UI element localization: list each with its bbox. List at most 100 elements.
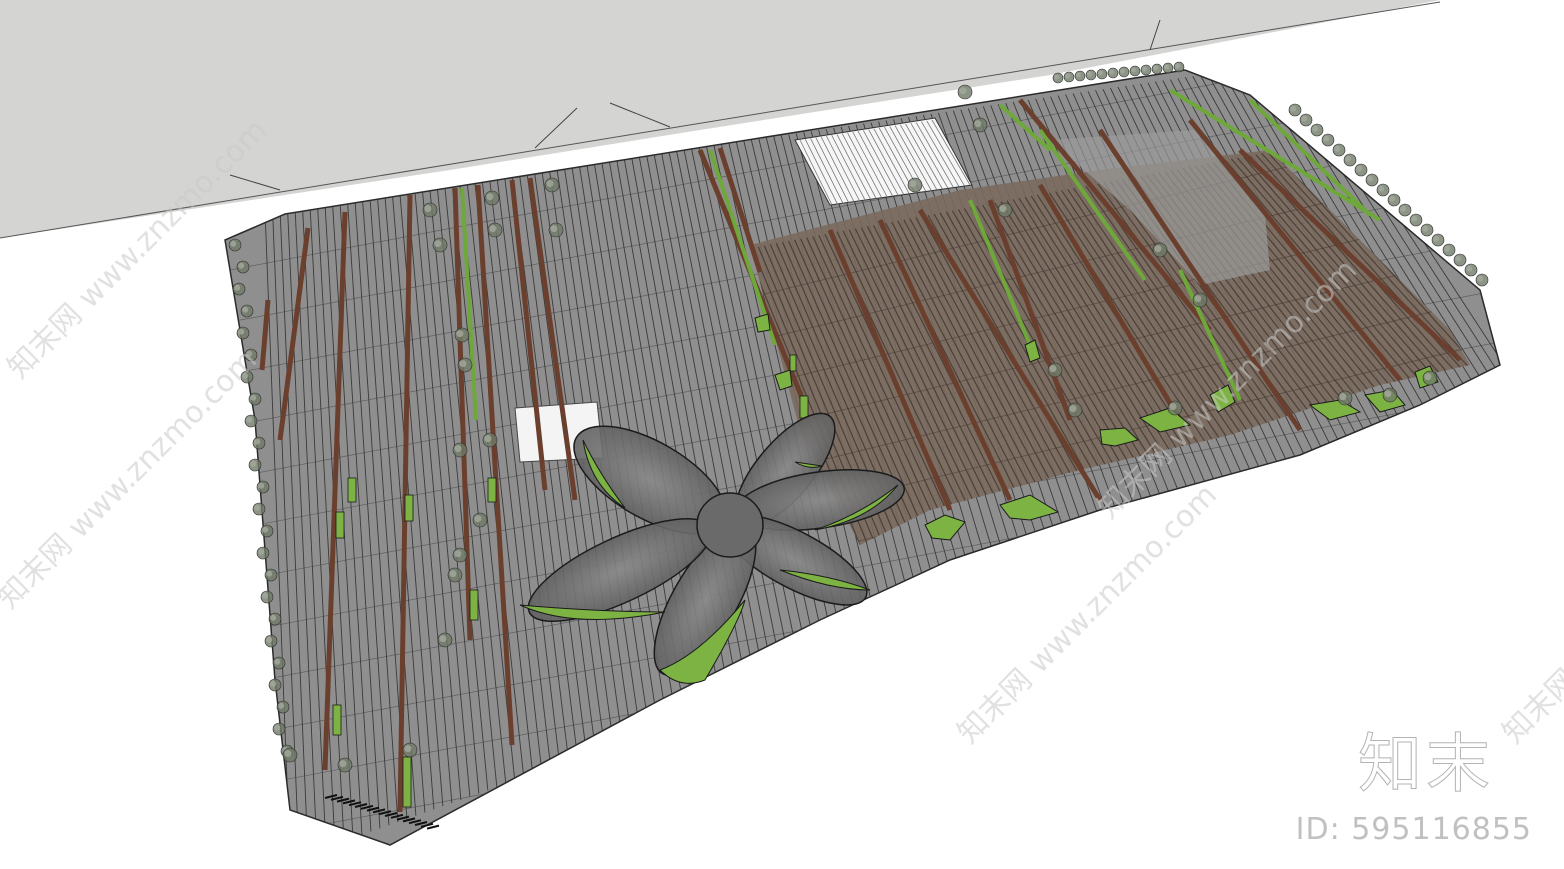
tree-highlight [1069, 405, 1077, 413]
tree-highlight [266, 570, 273, 577]
tree-icon [268, 612, 282, 626]
tree-icon [447, 567, 463, 583]
tree-highlight [1477, 275, 1484, 282]
tree-icon [1337, 390, 1353, 406]
tree-icon [484, 190, 500, 206]
tree-highlight [959, 87, 967, 95]
tree-icon [1288, 103, 1302, 117]
tree-highlight [1154, 245, 1162, 253]
tree-highlight [454, 550, 462, 558]
tree-icon [1321, 133, 1335, 147]
tree-highlight [1356, 165, 1363, 172]
tree-highlight [1131, 67, 1136, 73]
tree-icon [1107, 67, 1119, 79]
tree-highlight [1422, 225, 1429, 232]
tree-highlight [1323, 135, 1330, 142]
tree-icon [1085, 69, 1097, 81]
tree-icon [256, 480, 270, 494]
tree-icon [457, 357, 473, 373]
tree-icon [1343, 153, 1357, 167]
tree-icon [1431, 233, 1445, 247]
planting-bed [469, 589, 479, 621]
tree-icon [276, 700, 290, 714]
tree-highlight [1334, 145, 1341, 152]
tree-icon [1310, 123, 1324, 137]
tree-highlight [486, 193, 494, 201]
tree-highlight [1345, 155, 1352, 162]
tree-highlight [1164, 64, 1169, 70]
tree-icon [248, 458, 262, 472]
tree-icon [972, 117, 988, 133]
tree-highlight [1339, 393, 1347, 401]
tree-icon [264, 568, 278, 582]
tree-icon [482, 432, 498, 448]
planting-bed [789, 354, 797, 372]
tree-highlight [546, 180, 554, 188]
tree-icon [260, 590, 274, 604]
tree-highlight [274, 658, 281, 665]
tree-highlight [278, 702, 285, 709]
tree-highlight [258, 548, 265, 555]
tree-highlight [434, 240, 442, 248]
tree-icon [236, 326, 250, 340]
tree-icon [957, 84, 973, 100]
tree-highlight [1389, 195, 1396, 202]
tree-highlight [404, 745, 412, 753]
tree-highlight [449, 570, 457, 578]
tree-icon [260, 524, 274, 538]
tree-icon [487, 222, 503, 238]
tree-icon [1192, 292, 1208, 308]
tree-icon [1420, 223, 1434, 237]
tree-icon [1387, 193, 1401, 207]
tree-highlight [238, 328, 245, 335]
tree-icon [1118, 66, 1130, 78]
tree-highlight [454, 445, 462, 453]
tree-icon [272, 656, 286, 670]
tree-highlight [254, 438, 261, 445]
tree-icon [1074, 70, 1086, 82]
tree-highlight [1378, 185, 1385, 192]
tree-icon [282, 747, 298, 763]
watermark-site-4: 知末网 www.znzmo.com [1496, 478, 1564, 751]
tree-highlight [254, 504, 261, 511]
tree-icon [422, 202, 438, 218]
tree-highlight [274, 724, 281, 731]
tree-highlight [439, 635, 447, 643]
brand-logo: 知末 [1358, 728, 1494, 803]
tree-icon [244, 414, 258, 428]
tree-icon [236, 260, 250, 274]
planting-bed [332, 704, 342, 736]
tree-highlight [1424, 373, 1432, 381]
tree-highlight [459, 360, 467, 368]
tree-icon [1464, 263, 1478, 277]
tree-highlight [456, 330, 464, 338]
tree-highlight [234, 284, 241, 291]
tree-highlight [999, 205, 1007, 213]
tree-highlight [1466, 265, 1473, 272]
tree-highlight [238, 262, 245, 269]
tree-highlight [1433, 235, 1440, 242]
tree-highlight [266, 636, 273, 643]
tree-icon [252, 502, 266, 516]
tree-icon [402, 742, 418, 758]
planting-bed [335, 511, 345, 539]
tree-icon [544, 177, 560, 193]
tree-icon [907, 177, 923, 193]
tree-icon [1299, 113, 1313, 127]
tree-highlight [1301, 115, 1308, 122]
tree-highlight [1169, 403, 1177, 411]
tree-highlight [246, 416, 253, 423]
planting-bed [404, 494, 414, 522]
tree-icon [1173, 61, 1185, 73]
tree-highlight [250, 460, 257, 467]
planting-bed [402, 756, 412, 808]
tree-highlight [474, 515, 482, 523]
tree-icon [432, 237, 448, 253]
tree-icon [472, 512, 488, 528]
watermark-site-2: 知末网 www.znzmo.com [0, 343, 264, 616]
tree-highlight [1076, 72, 1081, 78]
tree-icon [1442, 243, 1456, 257]
tree-icon [248, 392, 262, 406]
tree-icon [240, 304, 254, 318]
tree-icon [1129, 65, 1141, 77]
